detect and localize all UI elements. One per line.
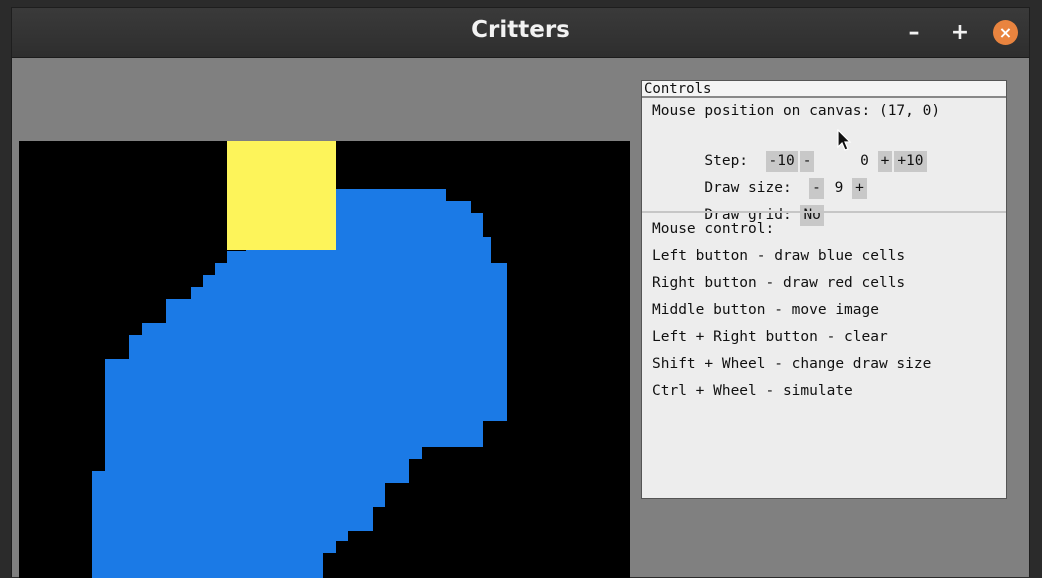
blue-cell-region — [335, 189, 446, 201]
blue-cell-region — [335, 213, 483, 225]
blue-cell-region — [92, 541, 336, 553]
minimize-button[interactable]: – — [902, 21, 926, 45]
help-line-5: Shift + Wheel - change draw size — [652, 356, 932, 372]
blue-cell-region — [142, 323, 507, 335]
draw-size-row: Draw size: - 9 + — [652, 155, 869, 199]
blue-cell-region — [105, 459, 409, 471]
blue-cell-region — [92, 471, 409, 483]
blue-cell-region — [105, 371, 507, 383]
draw-size-plus-button[interactable]: + — [852, 178, 867, 199]
blue-cell-region — [92, 531, 348, 541]
close-button[interactable]: × — [993, 20, 1018, 45]
help-line-1: Left button - draw blue cells — [652, 248, 906, 264]
blue-cell-region — [335, 201, 471, 213]
step-row: Step: -10- 0 + +10 — [652, 128, 929, 172]
blue-cell-region — [166, 311, 507, 323]
blue-cell-region — [227, 251, 491, 263]
blue-cell-region — [203, 275, 507, 287]
blue-cell-region — [92, 519, 373, 531]
help-line-3: Middle button - move image — [652, 302, 879, 318]
blue-cell-region — [191, 287, 507, 299]
blue-cell-region — [92, 495, 385, 507]
blue-cell-region — [105, 435, 483, 447]
title-bar[interactable]: Critters – + × — [12, 8, 1029, 58]
blue-cell-region — [105, 395, 507, 407]
blue-cell-region — [215, 263, 507, 275]
blue-cell-region — [129, 335, 507, 347]
blue-cell-region — [105, 407, 507, 421]
simulation-canvas[interactable] — [19, 141, 630, 578]
blue-cell-region — [92, 483, 385, 495]
yellow-cell-brush — [227, 141, 336, 250]
blue-cell-region — [92, 507, 373, 519]
step-plus1-button[interactable]: + — [877, 151, 893, 172]
blue-cell-region — [105, 383, 507, 395]
mouse-pointer-icon — [837, 129, 852, 151]
critters-window: Critters – + × Controls Mouse position o… — [11, 7, 1030, 578]
mouse-control-heading: Mouse control: — [652, 221, 775, 237]
mouse-position-text: Mouse position on canvas: (17, 0) — [652, 103, 941, 119]
maximize-button[interactable]: + — [948, 21, 972, 45]
draw-grid-row: Draw grid: No — [652, 182, 826, 226]
blue-cell-region — [105, 421, 483, 435]
blue-cell-region — [166, 299, 507, 311]
controls-panel: Controls Mouse position on canvas: (17, … — [641, 80, 1007, 499]
window-title: Critters — [471, 17, 570, 43]
blue-cell-region — [105, 447, 422, 459]
draw-grid-toggle[interactable]: No — [800, 205, 824, 226]
divider — [642, 211, 1006, 213]
blue-cell-region — [129, 347, 507, 359]
blue-cell-region — [92, 553, 323, 578]
help-line-4: Left + Right button - clear — [652, 329, 888, 345]
help-line-2: Right button - draw red cells — [652, 275, 906, 291]
blue-cell-region — [105, 359, 507, 371]
controls-title: Controls — [642, 81, 1006, 98]
step-plus10-button[interactable]: +10 — [894, 151, 927, 172]
help-line-6: Ctrl + Wheel - simulate — [652, 383, 853, 399]
